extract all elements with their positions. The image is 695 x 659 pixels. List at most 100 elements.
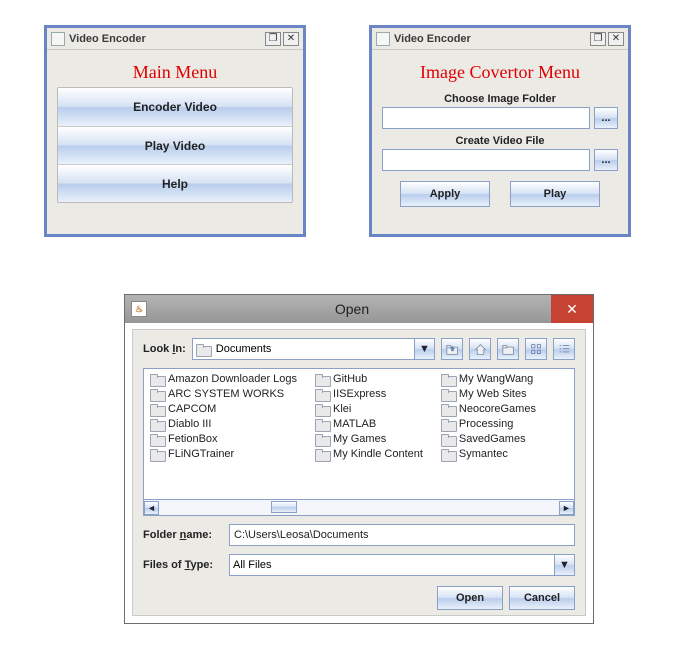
list-item-label: CAPCOM (168, 403, 216, 415)
scroll-right-icon[interactable]: ► (559, 501, 574, 515)
image-convertor-window: Video Encoder ❐ ✕ Image Covertor Menu Ch… (369, 25, 631, 237)
files-of-type-combo[interactable]: All Files ▼ (229, 554, 575, 576)
close-icon[interactable]: ✕ (608, 32, 624, 46)
scroll-left-icon[interactable]: ◄ (144, 501, 159, 515)
list-item-label: My Games (333, 433, 386, 445)
titlebar: Video Encoder ❐ ✕ (47, 28, 303, 50)
list-item-label: My Kindle Content (333, 448, 423, 460)
files-of-type-value: All Files (233, 559, 272, 571)
folder-icon (150, 374, 164, 385)
list-item[interactable]: My Web Sites (441, 388, 536, 400)
open-dialog: ♨ Open ✕ Look In: Documents ▼ (124, 294, 594, 624)
folder-icon (315, 389, 329, 400)
close-icon[interactable]: ✕ (283, 32, 299, 46)
list-item[interactable]: FLiNGTrainer (150, 448, 297, 460)
list-item[interactable]: SavedGames (441, 433, 536, 445)
list-item[interactable]: Amazon Downloader Logs (150, 373, 297, 385)
list-item[interactable]: Klei (315, 403, 423, 415)
list-item[interactable]: GitHub (315, 373, 423, 385)
open-button[interactable]: Open (437, 586, 503, 610)
folder-icon (150, 449, 164, 460)
chevron-down-icon[interactable]: ▼ (554, 555, 574, 575)
list-item-label: Diablo III (168, 418, 211, 430)
list-item-label: Processing (459, 418, 513, 430)
create-video-file-input[interactable] (382, 149, 590, 171)
apply-button[interactable]: Apply (400, 181, 490, 207)
scrollbar-thumb[interactable] (271, 501, 297, 513)
close-icon[interactable]: ✕ (551, 295, 593, 323)
dialog-titlebar: ♨ Open ✕ (125, 295, 593, 323)
restore-icon[interactable]: ❐ (590, 32, 606, 46)
list-item-label: NeocoreGames (459, 403, 536, 415)
new-folder-button[interactable] (497, 338, 519, 360)
list-item[interactable]: ARC SYSTEM WORKS (150, 388, 297, 400)
folder-icon (196, 344, 212, 355)
list-item[interactable]: IISExpress (315, 388, 423, 400)
look-in-combo[interactable]: Documents ▼ (192, 338, 435, 360)
folder-name-label: Folder name: (143, 529, 221, 541)
browse-video-file-button[interactable]: ... (594, 149, 618, 171)
page-title: Main Menu (57, 56, 293, 87)
list-item-label: Klei (333, 403, 351, 415)
play-button[interactable]: Play (510, 181, 600, 207)
list-item-label: Symantec (459, 448, 508, 460)
app-icon (376, 32, 390, 46)
horizontal-scrollbar[interactable]: ◄ ► (143, 500, 575, 516)
folder-name-input[interactable]: C:\Users\Leosa\Documents (229, 524, 575, 546)
list-item-label: FLiNGTrainer (168, 448, 234, 460)
list-item-label: ARC SYSTEM WORKS (168, 388, 284, 400)
folder-icon (441, 434, 455, 445)
choose-image-folder-label: Choose Image Folder (382, 93, 618, 105)
look-in-value: Documents (216, 343, 272, 355)
look-in-label: Look In: (143, 343, 186, 355)
page-title: Image Covertor Menu (382, 56, 618, 87)
list-item[interactable]: My Kindle Content (315, 448, 423, 460)
titlebar: Video Encoder ❐ ✕ (372, 28, 628, 50)
choose-image-folder-input[interactable] (382, 107, 590, 129)
home-button[interactable] (469, 338, 491, 360)
restore-icon[interactable]: ❐ (265, 32, 281, 46)
folder-icon (441, 374, 455, 385)
folder-icon (150, 419, 164, 430)
list-item[interactable]: Processing (441, 418, 536, 430)
list-item[interactable]: My Games (315, 433, 423, 445)
create-video-file-label: Create Video File (382, 135, 618, 147)
list-item[interactable]: Symantec (441, 448, 536, 460)
folder-icon (315, 434, 329, 445)
browse-image-folder-button[interactable]: ... (594, 107, 618, 129)
list-item[interactable]: NeocoreGames (441, 403, 536, 415)
list-item[interactable]: My WangWang (441, 373, 536, 385)
details-view-button[interactable] (553, 338, 575, 360)
list-item[interactable]: FetionBox (150, 433, 297, 445)
list-view-button[interactable] (525, 338, 547, 360)
list-item-label: IISExpress (333, 388, 386, 400)
list-item-label: Amazon Downloader Logs (168, 373, 297, 385)
file-list: Amazon Downloader Logs ARC SYSTEM WORKS CA… (143, 368, 575, 500)
dialog-title: Open (153, 301, 551, 317)
list-item-label: My WangWang (459, 373, 533, 385)
folder-icon (441, 449, 455, 460)
folder-icon (441, 419, 455, 430)
window-title: Video Encoder (394, 33, 590, 45)
chevron-down-icon[interactable]: ▼ (414, 339, 434, 359)
up-one-level-button[interactable] (441, 338, 463, 360)
list-item[interactable]: Diablo III (150, 418, 297, 430)
list-item-label: FetionBox (168, 433, 218, 445)
list-item-label: SavedGames (459, 433, 526, 445)
main-menu-window: Video Encoder ❐ ✕ Main Menu Encoder Vide… (44, 25, 306, 237)
folder-icon (150, 404, 164, 415)
folder-icon (315, 374, 329, 385)
folder-icon (315, 404, 329, 415)
java-icon: ♨ (131, 301, 147, 317)
play-video-button[interactable]: Play Video (58, 126, 292, 164)
folder-icon (150, 434, 164, 445)
list-item[interactable]: MATLAB (315, 418, 423, 430)
window-title: Video Encoder (69, 33, 265, 45)
cancel-button[interactable]: Cancel (509, 586, 575, 610)
folder-icon (150, 389, 164, 400)
help-button[interactable]: Help (58, 164, 292, 202)
folder-icon (315, 419, 329, 430)
list-item[interactable]: CAPCOM (150, 403, 297, 415)
list-item-label: My Web Sites (459, 388, 527, 400)
encoder-video-button[interactable]: Encoder Video (58, 88, 292, 126)
